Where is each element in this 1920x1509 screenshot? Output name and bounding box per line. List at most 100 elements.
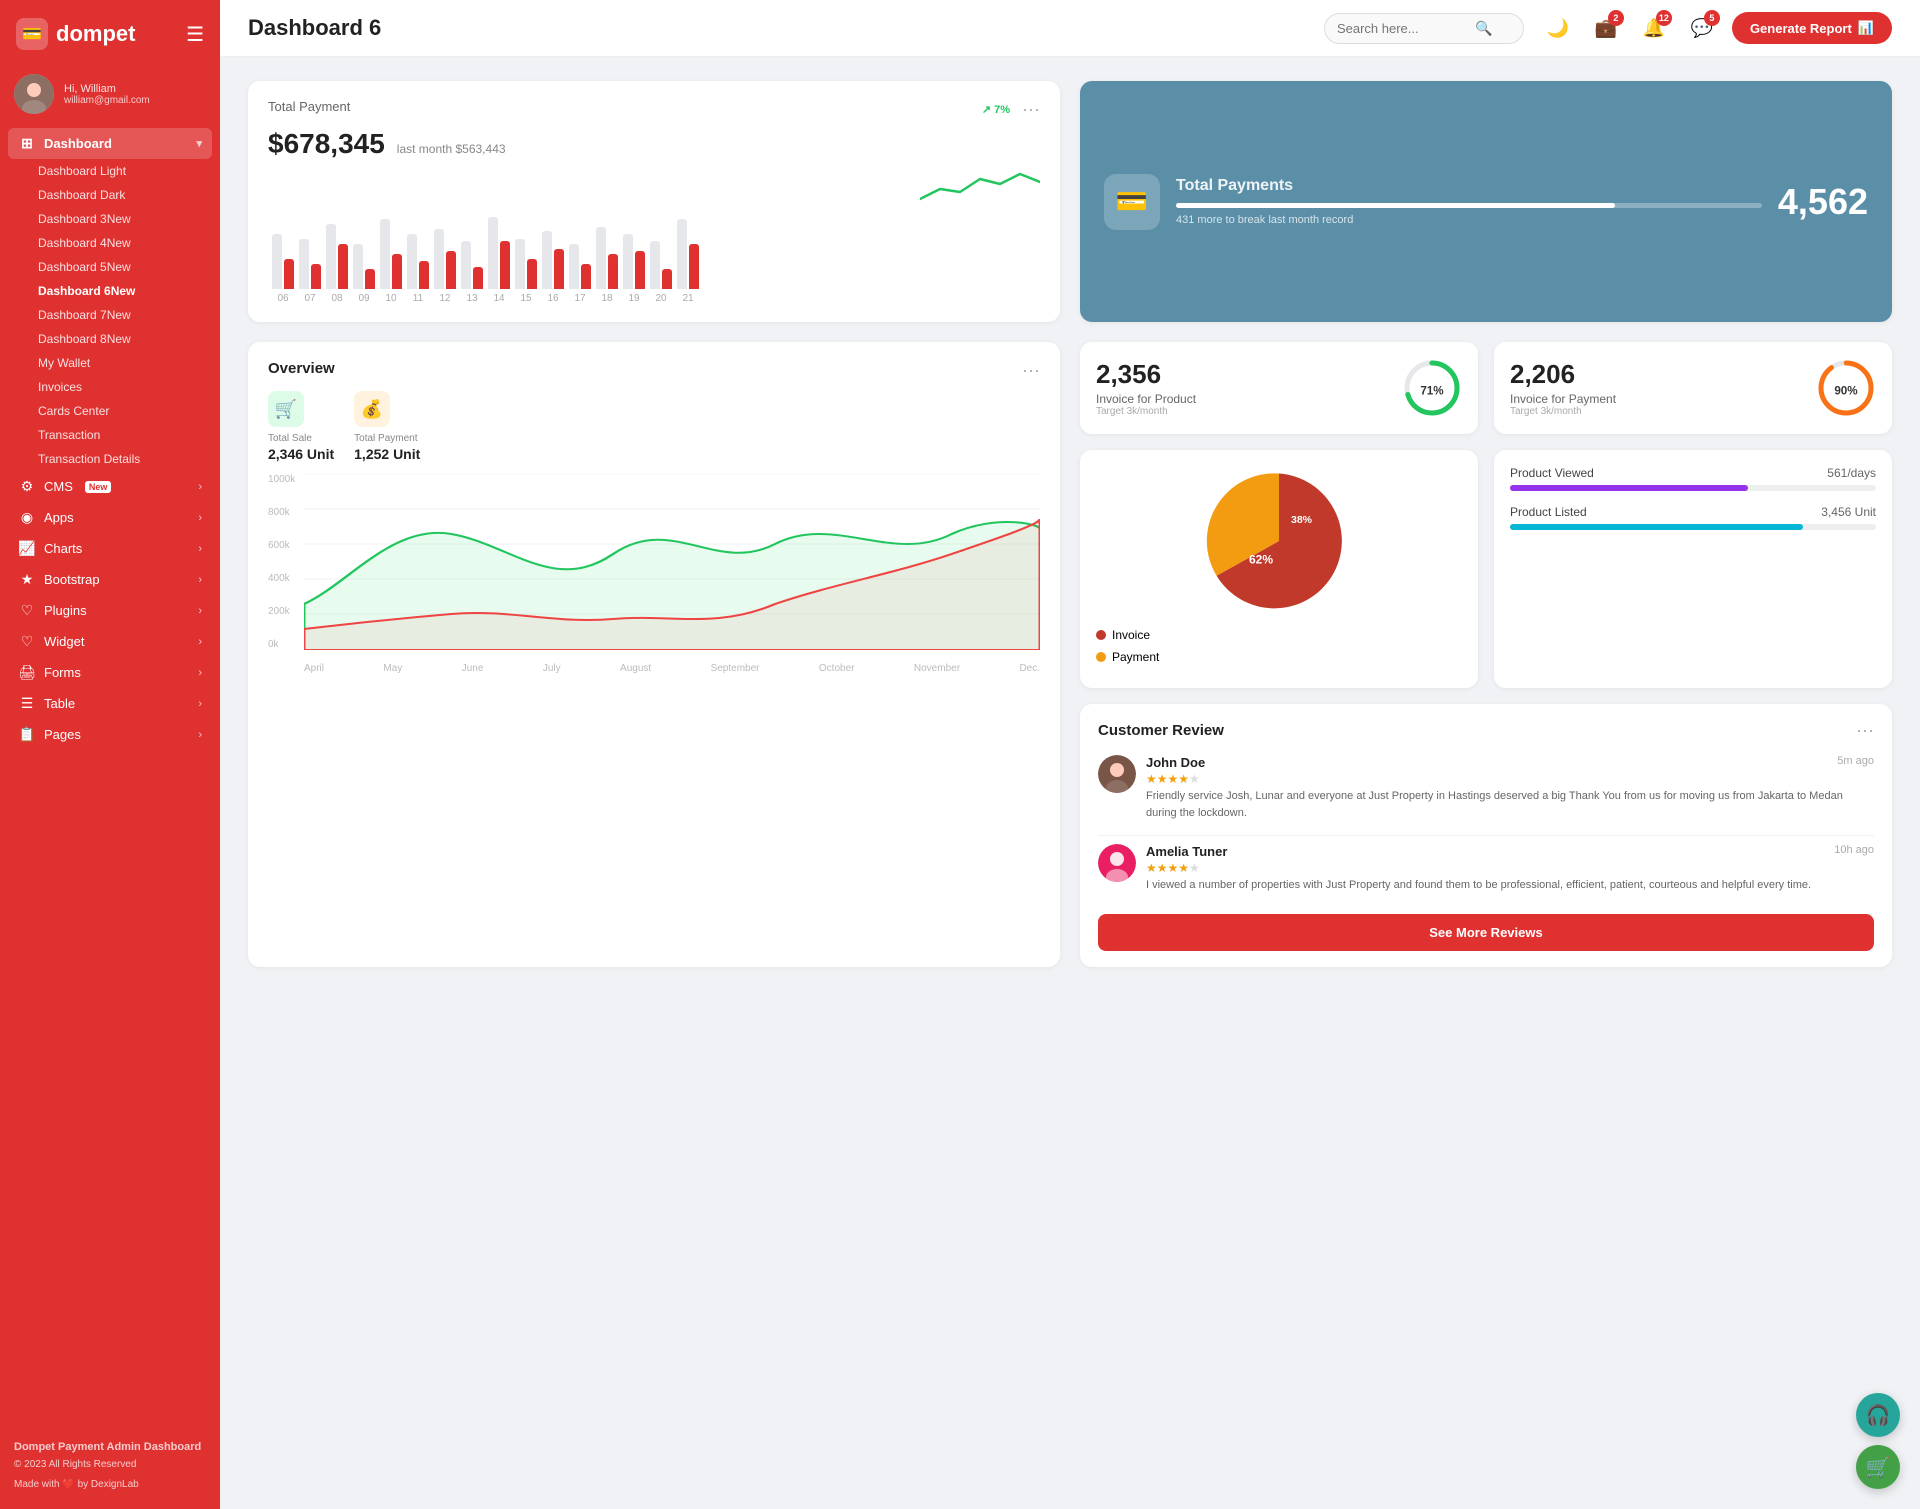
bar-group	[272, 234, 294, 289]
transaction-details-label: Transaction Details	[38, 452, 140, 466]
bar-red	[338, 244, 348, 289]
apps-icon: ◉	[18, 509, 36, 526]
bar-x-label: 12	[434, 293, 456, 304]
badge-new: New	[85, 481, 112, 493]
dashboard-label: Dashboard	[44, 136, 112, 151]
area-chart-svg	[304, 474, 1040, 650]
pie-legend: Invoice Payment	[1096, 628, 1462, 664]
search-box[interactable]: 🔍	[1324, 13, 1524, 44]
overview-title: Overview	[268, 360, 335, 377]
bar-grey	[461, 241, 471, 289]
sidebar-item-my-wallet[interactable]: My Wallet	[8, 351, 212, 375]
total-payment-overview-label: Total Payment	[354, 433, 420, 444]
theme-toggle-button[interactable]: 🌙	[1540, 10, 1576, 46]
sidebar-item-invoices[interactable]: Invoices	[8, 375, 212, 399]
chart-bar-icon: 📊	[1858, 20, 1874, 36]
generate-report-button[interactable]: Generate Report 📊	[1732, 12, 1892, 44]
review-time-2: 10h ago	[1834, 844, 1874, 859]
bar-red	[446, 251, 456, 289]
bar-red	[662, 269, 672, 289]
sidebar-item-table[interactable]: ☰ Table ›	[8, 688, 212, 719]
generate-label: Generate Report	[1750, 21, 1852, 36]
product-listed-bar-wrap	[1510, 524, 1876, 530]
hamburger-button[interactable]: ☰	[186, 22, 204, 47]
bar-red	[635, 251, 645, 289]
sidebar-item-apps[interactable]: ◉ Apps ›	[8, 502, 212, 533]
sidebar-item-plugins[interactable]: ♡ Plugins ›	[8, 595, 212, 626]
bar-x-label: 08	[326, 293, 348, 304]
reviewer-avatar-2	[1098, 844, 1136, 882]
chevron-right-icon: ›	[198, 481, 202, 493]
wallet-button[interactable]: 💼 2	[1588, 10, 1624, 46]
sidebar-footer: Dompet Payment Admin Dashboard © 2023 Al…	[0, 1427, 220, 1493]
sidebar-item-cards-center[interactable]: Cards Center	[8, 399, 212, 423]
bar-labels: 06070809101112131415161718192021	[268, 293, 1040, 304]
area-chart: 1000k 800k 600k 400k 200k 0k	[268, 474, 1040, 674]
sidebar-item-dashboard-3[interactable]: Dashboard 3 New	[8, 207, 212, 231]
sidebar-item-dashboard-7[interactable]: Dashboard 7 New	[8, 303, 212, 327]
sidebar-item-forms[interactable]: 🖨 Forms ›	[8, 657, 212, 688]
sidebar-item-cms[interactable]: ⚙ CMS New ›	[8, 471, 212, 502]
review-body: John Doe 5m ago ★★★★★ Friendly service J…	[1146, 755, 1874, 821]
pie-legend-payment: Payment	[1096, 650, 1462, 664]
product-viewed-label: Product Viewed	[1510, 466, 1594, 480]
legend-total-sale: 🛒 Total Sale 2,346 Unit	[268, 391, 334, 462]
sidebar-item-dashboard-8[interactable]: Dashboard 8 New	[8, 327, 212, 351]
sidebar-item-pages[interactable]: 📋 Pages ›	[8, 719, 212, 750]
cart-fab-button[interactable]: 🛒	[1856, 1445, 1900, 1489]
sidebar-item-dashboard-4[interactable]: Dashboard 4 New	[8, 231, 212, 255]
user-profile[interactable]: Hi, William william@gmail.com	[0, 64, 220, 128]
sidebar-item-transaction[interactable]: Transaction	[8, 423, 212, 447]
badge-new: New	[107, 260, 131, 274]
notifications-button[interactable]: 🔔 12	[1636, 10, 1672, 46]
total-payment-label: Total Payment	[268, 99, 350, 114]
charts-icon: 📈	[18, 540, 36, 557]
bar-x-label: 06	[272, 293, 294, 304]
sidebar-item-dashboard-5[interactable]: Dashboard 5 New	[8, 255, 212, 279]
bar-grey	[623, 234, 633, 289]
overview-more-options[interactable]: ···	[1022, 360, 1040, 381]
bootstrap-icon: ★	[18, 571, 36, 588]
review-stars: ★★★★★	[1146, 772, 1874, 786]
user-greeting: Hi, William	[64, 83, 150, 95]
sidebar-item-dashboard-light[interactable]: Dashboard Light	[8, 159, 212, 183]
bar-x-label: 17	[569, 293, 591, 304]
right-column: 2,356 Invoice for Product Target 3k/mont…	[1080, 342, 1892, 967]
sidebar-item-widget[interactable]: ♡ Widget ›	[8, 626, 212, 657]
payment-icon: 💰	[354, 391, 390, 427]
pie-chart-card: 62% 38% Invoice Payment	[1080, 450, 1478, 688]
sidebar-item-charts[interactable]: 📈 Charts ›	[8, 533, 212, 564]
more-options-button[interactable]: ···	[1022, 99, 1040, 120]
bar-grey	[380, 219, 390, 289]
pie-chart-svg: 62% 38%	[1204, 466, 1354, 616]
sidebar-item-dashboard-dark[interactable]: Dashboard Dark	[8, 183, 212, 207]
sidebar-item-dashboard-6[interactable]: Dashboard 6 New	[8, 279, 212, 303]
support-fab-button[interactable]: 🎧	[1856, 1393, 1900, 1437]
invoice-product-target: Target 3k/month	[1096, 406, 1390, 417]
card-header: Total Payment ↗ 7% ···	[268, 99, 1040, 120]
product-viewed-bar-wrap	[1510, 485, 1876, 491]
logo[interactable]: 💳 dompet	[16, 18, 135, 50]
see-more-reviews-button[interactable]: See More Reviews	[1098, 914, 1874, 951]
chevron-right-icon: ›	[198, 729, 202, 741]
sidebar-item-transaction-details[interactable]: Transaction Details	[8, 447, 212, 471]
invoice-product-card: 2,356 Invoice for Product Target 3k/mont…	[1080, 342, 1478, 434]
bar-red	[419, 261, 429, 289]
invoice-product-label: Invoice for Product	[1096, 392, 1390, 406]
reviews-more-options[interactable]: ···	[1856, 720, 1874, 741]
apps-label: Apps	[44, 510, 74, 525]
legend-total-payment: 💰 Total Payment 1,252 Unit	[354, 391, 420, 462]
total-payment-card: Total Payment ↗ 7% ··· $678,345 last mon…	[248, 81, 1060, 322]
overview-legend: 🛒 Total Sale 2,346 Unit 💰 Total Payment …	[268, 391, 1040, 462]
bar-x-label: 18	[596, 293, 618, 304]
sidebar-item-dashboard[interactable]: ⊞ Dashboard ▾	[8, 128, 212, 159]
messages-button[interactable]: 💬 5	[1684, 10, 1720, 46]
bar-x-label: 07	[299, 293, 321, 304]
product-listed-val: 3,456 Unit	[1821, 505, 1876, 519]
sidebar-item-bootstrap[interactable]: ★ Bootstrap ›	[8, 564, 212, 595]
progress-bar-fill	[1176, 203, 1615, 208]
invoice-payment-card: 2,206 Invoice for Payment Target 3k/mont…	[1494, 342, 1892, 434]
search-input[interactable]	[1337, 21, 1467, 36]
review-time: 5m ago	[1837, 755, 1874, 770]
review-divider	[1098, 835, 1874, 836]
